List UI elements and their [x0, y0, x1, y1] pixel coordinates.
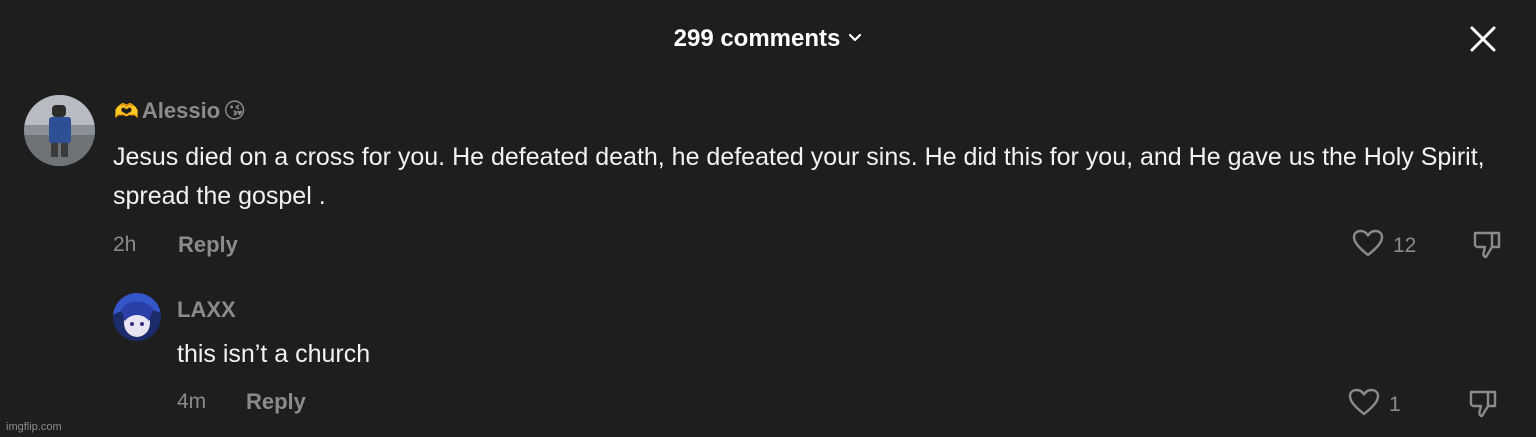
- comments-header: 299 comments: [0, 22, 1536, 56]
- thumbs-down-icon[interactable]: [1470, 228, 1504, 267]
- comment-time: 2h: [113, 233, 137, 256]
- comment-username[interactable]: LAXX: [177, 297, 236, 323]
- hands-heart-emoji: 🫶: [114, 100, 139, 123]
- like-count: 12: [1393, 233, 1417, 257]
- like-button[interactable]: 12: [1351, 228, 1416, 263]
- thumbs-down-icon[interactable]: [1466, 387, 1500, 426]
- comments-count-title: 299 comments: [673, 25, 841, 52]
- comment-text: Jesus died on a cross for you. He defeat…: [113, 143, 1485, 210]
- username-text: LAXX: [177, 297, 236, 322]
- username-text: Alessio: [141, 98, 221, 123]
- comment-text: this isn’t a church: [177, 340, 371, 368]
- kiss-emoji: 😘: [223, 98, 247, 123]
- like-button[interactable]: 1: [1347, 387, 1401, 422]
- avatar[interactable]: [24, 95, 95, 166]
- heart-icon: [1351, 228, 1385, 263]
- reply-button[interactable]: Reply: [246, 389, 306, 415]
- comments-count-dropdown[interactable]: 299 comments: [674, 25, 863, 53]
- comment-username[interactable]: 🫶 Alessio 😘: [114, 98, 246, 124]
- heart-icon: [1347, 387, 1381, 422]
- comment-time: 4m: [177, 390, 207, 413]
- watermark: imgflip.com: [6, 421, 62, 433]
- reply-button[interactable]: Reply: [178, 232, 238, 258]
- like-count: 1: [1389, 392, 1401, 416]
- avatar[interactable]: [113, 293, 161, 341]
- close-icon[interactable]: [1466, 22, 1500, 56]
- chevron-down-icon: [848, 30, 862, 48]
